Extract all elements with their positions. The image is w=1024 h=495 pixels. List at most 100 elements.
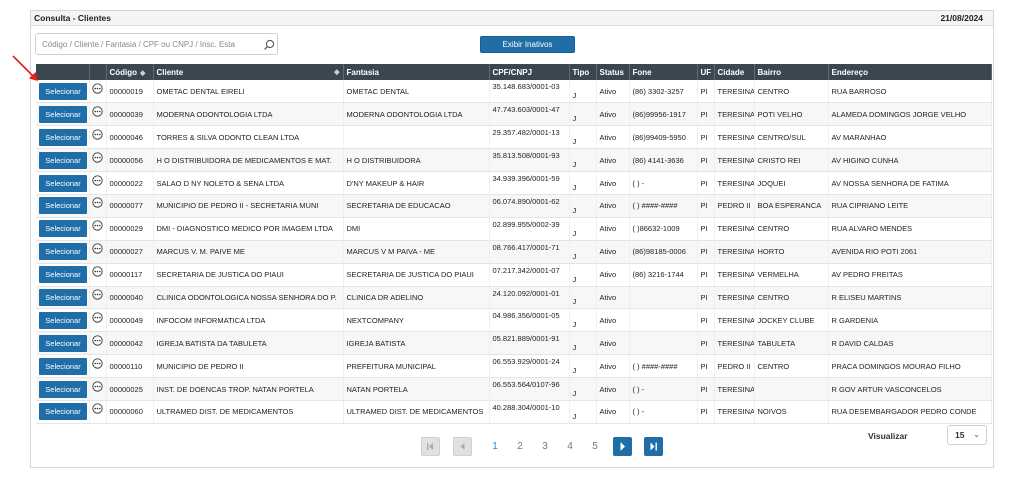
table-row[interactable]: Selecionar 00000022 SALAO D NY NOLETO & SE… (36, 171, 992, 195)
cell-uf: PI (697, 308, 715, 333)
th-tipo[interactable]: Tipo (569, 64, 597, 80)
more-options-icon[interactable] (91, 312, 103, 323)
cell-fantasia: NATAN PORTELA (343, 377, 490, 401)
table-row[interactable]: Selecionar 00000077 MUNICIPIO DE PEDRO II … (36, 194, 992, 218)
table-row[interactable]: Selecionar 00000110 MUNICIPIO DE PEDRO II P… (36, 354, 992, 379)
select-button[interactable]: Selecionar (39, 243, 87, 261)
table-row[interactable]: Selecionar 00000027 MARCUS V. M. PAIVE ME M… (36, 240, 992, 264)
cell-endereco: RUA DESEMBARGADOR PEDRO CONDE (828, 400, 992, 424)
more-options-icon[interactable] (91, 335, 103, 346)
table-row[interactable]: Selecionar 00000060 ULTRAMED DIST. DE MEDI… (36, 400, 992, 424)
select-button[interactable]: Selecionar (39, 288, 87, 306)
more-options-icon[interactable] (91, 106, 103, 117)
select-button[interactable]: Selecionar (39, 105, 87, 123)
cell-bairro: CENTRO (754, 217, 829, 241)
select-button[interactable]: Selecionar (39, 151, 87, 169)
cell-bairro: CRISTO REI (754, 148, 829, 173)
cell-fone: ( ) - (629, 400, 698, 424)
cell-cidade: PEDRO II (714, 194, 755, 218)
th-fone[interactable]: Fone (629, 64, 698, 80)
more-options-icon[interactable] (91, 174, 103, 186)
cell-cnpj: 06.553.564/0107-96 (489, 377, 570, 401)
th-cidade[interactable]: Cidade (714, 64, 755, 80)
cell-uf: PI (697, 148, 715, 173)
table-row[interactable]: Selecionar 00000039 MODERNA ODONTOLOGIA LT… (36, 102, 992, 127)
last-page-button[interactable] (644, 437, 663, 456)
cell-codigo: 00000077 (106, 194, 154, 218)
table-row[interactable]: Selecionar 00000046 TORRES & SILVA ODONTO … (36, 125, 992, 150)
cell-endereco: ALAMEDA DOMINGOS JORGE VELHO (828, 102, 992, 127)
search-icon[interactable] (263, 39, 275, 51)
select-button[interactable]: Selecionar (39, 197, 87, 215)
table-row[interactable]: Selecionar 00000042 IGREJA BATISTA DA TABU… (36, 331, 992, 356)
more-options-icon[interactable] (91, 289, 103, 300)
cell-cidade: TERESINA (714, 102, 755, 127)
actions-cell (89, 308, 107, 333)
select-cell: Selecionar (36, 377, 90, 401)
next-page-button[interactable] (613, 437, 632, 456)
table-row[interactable]: Selecionar 00000025 INST. DE DOENCAS TROP.… (36, 377, 992, 401)
select-button[interactable]: Selecionar (39, 82, 87, 100)
cell-cliente: H O DISTRIBUIDORA DE MEDICAMENTOS E MAT. (153, 148, 344, 173)
th-endereco[interactable]: Endereço (828, 64, 992, 80)
actions-cell (89, 194, 107, 218)
th-cliente[interactable]: Cliente ◆ (153, 64, 344, 80)
page-size-select[interactable]: 15 ⌄ (947, 425, 987, 445)
cell-cliente: MARCUS V. M. PAIVE ME (153, 240, 344, 264)
page-3-link[interactable]: 3 (539, 441, 551, 452)
more-options-icon[interactable] (91, 83, 103, 94)
table-row[interactable]: Selecionar 00000040 CLINICA ODONTOLOGICA N… (36, 286, 992, 310)
more-options-icon[interactable] (91, 357, 103, 369)
cell-cidade: TERESINA (714, 240, 755, 264)
prev-page-button[interactable] (453, 437, 472, 456)
cell-status: Ativo (596, 148, 630, 173)
show-inactive-button[interactable]: Exibir Inativos (480, 36, 575, 53)
more-options-icon[interactable] (91, 403, 103, 415)
page-2-link[interactable]: 2 (514, 441, 526, 452)
search-input[interactable] (37, 35, 257, 53)
more-options-icon[interactable] (91, 380, 103, 392)
select-button[interactable]: Selecionar (39, 311, 87, 329)
cell-tipo: J (569, 80, 597, 104)
select-button[interactable]: Selecionar (39, 380, 87, 398)
more-options-icon[interactable] (91, 243, 103, 254)
more-options-icon[interactable] (91, 220, 103, 231)
more-options-icon[interactable] (91, 151, 103, 163)
table-row[interactable]: Selecionar 00000029 DMI - DIAGNOSTICO MEDI… (36, 217, 992, 241)
select-button[interactable]: Selecionar (39, 403, 87, 421)
table-row[interactable]: Selecionar 00000117 SECRETARIA DE JUSTICA … (36, 263, 992, 287)
th-uf[interactable]: UF (697, 64, 715, 80)
more-options-icon[interactable] (91, 266, 103, 277)
th-bairro[interactable]: Bairro (754, 64, 829, 80)
cell-cnpj: 04.986.356/0001-05 (489, 308, 570, 333)
more-options-icon[interactable] (91, 129, 103, 140)
select-button[interactable]: Selecionar (39, 266, 87, 284)
select-button[interactable]: Selecionar (39, 220, 87, 238)
table-row[interactable]: Selecionar 00000019 OMETAC DENTAL EIRELI OM… (36, 80, 992, 104)
select-button[interactable]: Selecionar (39, 128, 87, 146)
th-cnpj[interactable]: CPF/CNPJ (489, 64, 570, 80)
table-row[interactable]: Selecionar 00000049 INFOCOM INFORMATICA LT… (36, 308, 992, 333)
first-page-button[interactable] (421, 437, 440, 456)
page-4-link[interactable]: 4 (564, 441, 576, 452)
th-fantasia[interactable]: Fantasia (343, 64, 490, 80)
page-5-link[interactable]: 5 (589, 441, 601, 452)
select-button[interactable]: Selecionar (39, 334, 87, 352)
cell-codigo: 00000117 (106, 263, 154, 287)
cell-codigo: 00000049 (106, 308, 154, 333)
select-button[interactable]: Selecionar (39, 174, 87, 192)
cell-tipo: J (569, 377, 597, 401)
cell-cnpj: 35.813.508/0001-93 (489, 148, 570, 173)
table-row[interactable]: Selecionar 00000056 H O DISTRIBUIDORA DE M… (36, 148, 992, 173)
sort-icon: ◆ (140, 69, 146, 77)
page-1-link[interactable]: 1 (489, 441, 501, 452)
more-options-icon[interactable] (91, 197, 103, 209)
cell-bairro (754, 377, 829, 401)
select-button[interactable]: Selecionar (39, 357, 87, 375)
cell-bairro: BOA ESPERANCA (754, 194, 829, 218)
th-status[interactable]: Status (596, 64, 630, 80)
cell-endereco: AVENIDA RIO POTI 2061 (828, 240, 992, 264)
cell-status: Ativo (596, 240, 630, 264)
cell-uf: PI (697, 171, 715, 195)
th-codigo[interactable]: Código ◆ (106, 64, 154, 80)
